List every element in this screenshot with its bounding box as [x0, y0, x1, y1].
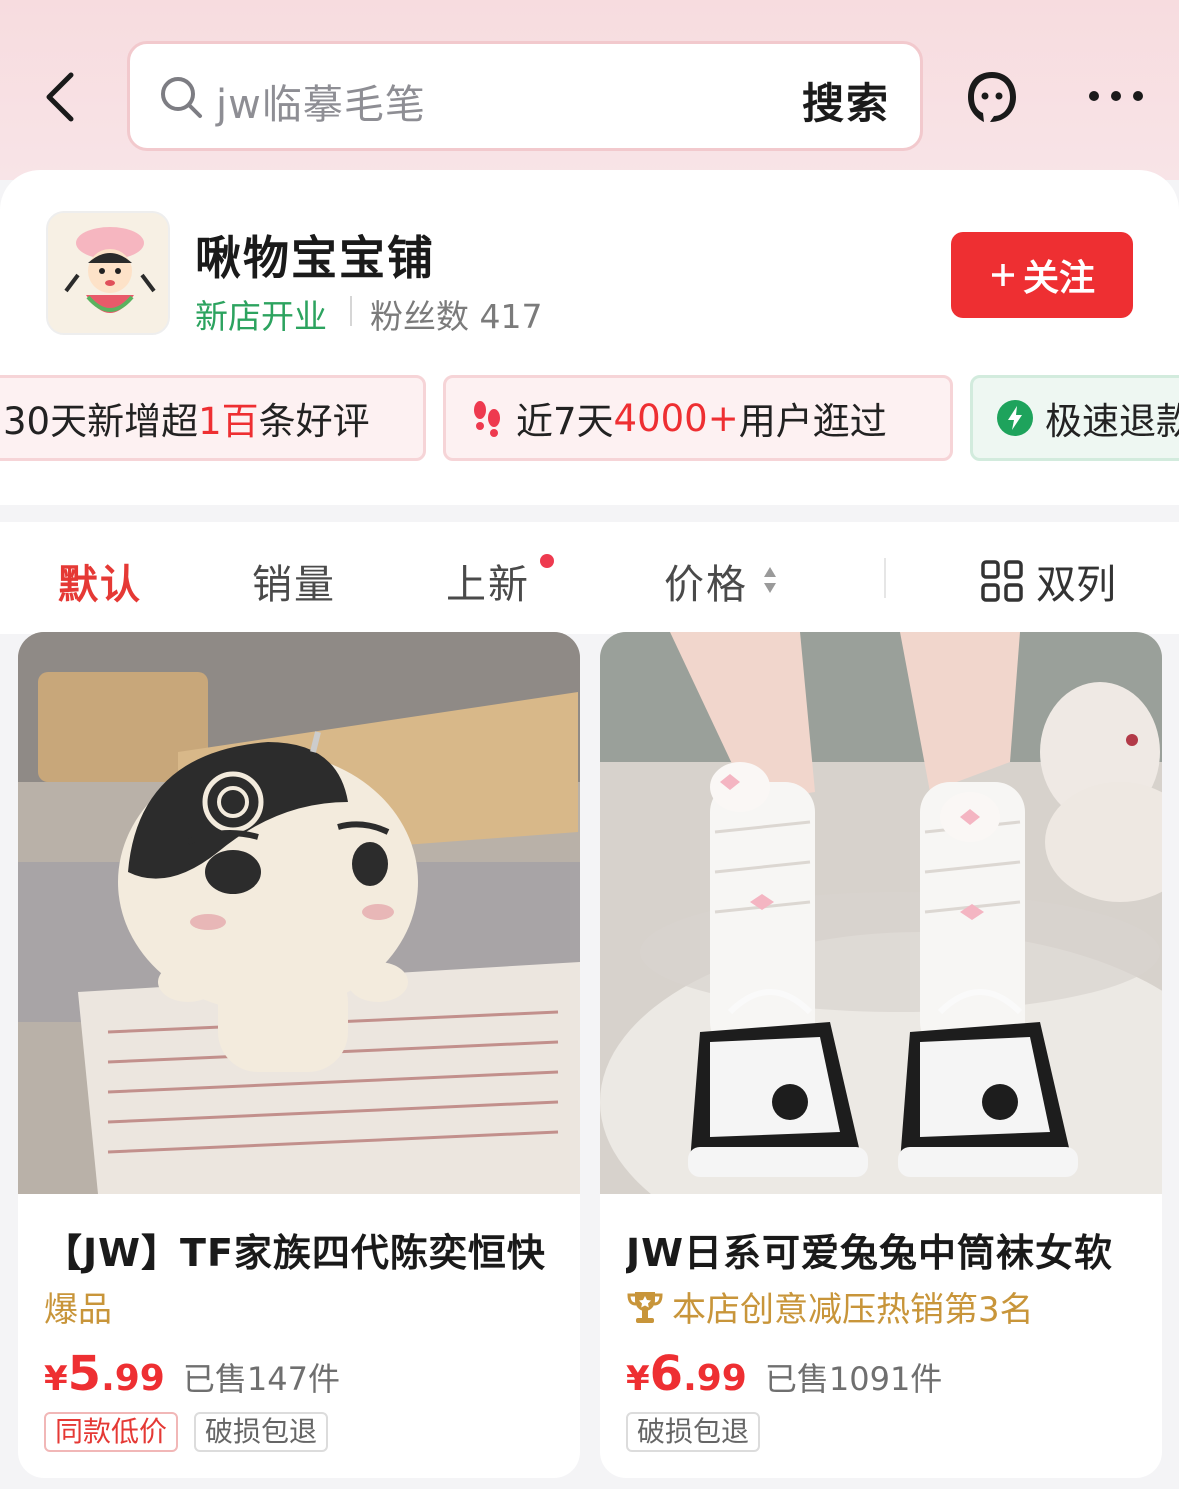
- sold-count: 已售1091件: [764, 1360, 943, 1398]
- shop-page: jw临摹毛笔 搜索 啾物宝宝铺 新店开业 粉丝数 417 关注 30天新增超 1…: [0, 0, 1179, 1489]
- badge-text: 极速退款: [1045, 400, 1179, 443]
- new-indicator-dot: [540, 554, 554, 568]
- search-button[interactable]: 搜索: [802, 70, 890, 131]
- divider: [884, 558, 886, 598]
- product-tags: 同款低价 破损包退: [44, 1412, 329, 1452]
- badge-text: 用户逛过: [738, 400, 887, 443]
- badge-highlight: 4000+: [613, 396, 739, 440]
- price-integer: 6: [649, 1346, 684, 1402]
- more-icon: [1089, 91, 1143, 101]
- product-image[interactable]: [600, 632, 1162, 1194]
- layout-toggle[interactable]: 双列: [980, 552, 1116, 610]
- sort-default[interactable]: 默认: [58, 552, 142, 610]
- ranking-label: 本店创意减压热销第3名: [672, 1290, 1034, 1330]
- price-decimal: .99: [683, 1358, 747, 1399]
- cartoon-avatar-image: [48, 213, 168, 333]
- follow-label: 关注: [1022, 258, 1095, 299]
- top-bar: jw临摹毛笔 搜索: [0, 0, 1179, 170]
- socks-photo-image: [600, 632, 1162, 1194]
- price-integer: 5: [67, 1346, 102, 1402]
- tag-low-price: 同款低价: [44, 1412, 179, 1452]
- price-row: ¥ 5 .99 已售147件: [44, 1346, 340, 1402]
- sort-sales[interactable]: 销量: [252, 552, 336, 610]
- fans-label: 粉丝数: [370, 297, 469, 336]
- shop-header: 啾物宝宝铺 新店开业 粉丝数 417 关注 30天新增超 1百 条好评 近7天 …: [0, 170, 1179, 505]
- shop-badges: 30天新增超 1百 条好评 近7天 4000+ 用户逛过 极速退款: [0, 375, 1179, 461]
- product-card[interactable]: JW日系可爱兔兔中筒袜女软 本店创意减压热销第3名 ¥ 6 .99 已售1091…: [600, 632, 1162, 1478]
- back-button[interactable]: [30, 62, 90, 132]
- shop-name: 啾物宝宝铺: [195, 231, 435, 285]
- shop-status-tag: 新店开业: [195, 297, 327, 336]
- product-ranking[interactable]: 本店创意减压热销第3名: [626, 1282, 1034, 1331]
- product-tags: 破损包退: [626, 1412, 761, 1452]
- product-image[interactable]: [18, 632, 580, 1194]
- shop-avatar[interactable]: [46, 211, 170, 335]
- price-decimal: .99: [101, 1358, 165, 1399]
- product-title[interactable]: 【JW】TF家族四代陈奕恒快: [44, 1222, 564, 1277]
- badge-highlight: 1百: [198, 400, 259, 443]
- grid-icon: [981, 560, 1023, 602]
- tag-damage-return: 破损包退: [194, 1412, 329, 1452]
- badge-text: 近7天: [516, 400, 614, 443]
- product-title[interactable]: JW日系可爱兔兔中筒袜女软: [626, 1222, 1146, 1277]
- chat-icon: [968, 72, 1016, 122]
- sort-arrows-icon: [764, 567, 776, 593]
- follow-button[interactable]: 关注: [951, 232, 1133, 318]
- search-icon: [161, 77, 202, 118]
- badge-text: 30天新增超: [3, 400, 199, 443]
- search-query[interactable]: jw临摹毛笔: [216, 72, 426, 130]
- sort-new[interactable]: 上新: [446, 552, 530, 610]
- chevron-left-icon: [46, 72, 74, 122]
- price-currency: ¥: [44, 1359, 68, 1399]
- footprint-icon: [474, 401, 500, 437]
- plus-icon: [991, 264, 1014, 286]
- trophy-icon: [627, 1291, 663, 1323]
- layout-label: 双列: [1036, 562, 1116, 608]
- badge-fast-refund[interactable]: 极速退款: [970, 375, 1179, 461]
- fans-number: 417: [479, 297, 543, 336]
- badge-reviews[interactable]: 30天新增超 1百 条好评: [0, 375, 426, 461]
- search-bar[interactable]: jw临摹毛笔 搜索: [127, 41, 923, 151]
- tag-damage-return: 破损包退: [626, 1412, 761, 1452]
- sold-count: 已售147件: [182, 1360, 340, 1398]
- hot-label: 爆品: [44, 1290, 112, 1330]
- more-button[interactable]: [1084, 76, 1148, 116]
- plush-keychain-image: [18, 632, 580, 1194]
- fans-count: 粉丝数 417: [370, 290, 543, 338]
- product-highlight: 爆品: [44, 1282, 112, 1331]
- sort-price[interactable]: 价格: [664, 552, 748, 610]
- badge-text: 条好评: [258, 400, 370, 443]
- price-currency: ¥: [626, 1359, 650, 1399]
- sort-bar: 默认 销量 上新 价格 双列: [0, 522, 1179, 634]
- product-card[interactable]: 【JW】TF家族四代陈奕恒快 爆品 ¥ 5 .99 已售147件 同款低价 破损…: [18, 632, 580, 1478]
- badge-visitors[interactable]: 近7天 4000+ 用户逛过: [443, 375, 953, 461]
- divider: [350, 296, 352, 326]
- lightning-icon: [997, 400, 1033, 436]
- price-row: ¥ 6 .99 已售1091件: [626, 1346, 942, 1402]
- customer-service-button[interactable]: [960, 66, 1024, 130]
